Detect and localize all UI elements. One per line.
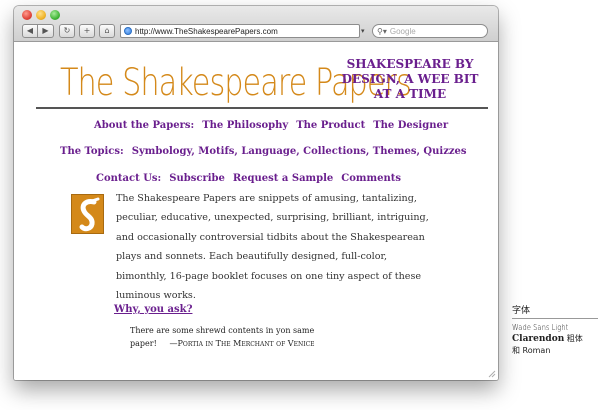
minimize-window-button[interactable] [36, 10, 46, 20]
why-you-ask-link[interactable]: Why, you ask? [114, 304, 192, 315]
caption-title: 字体 [512, 306, 531, 316]
caption-font-1: Wade Sans Light [512, 323, 569, 332]
nav-link-topics-list[interactable]: Symbology, Motifs, Language, Collections… [132, 146, 467, 157]
nav-label-about: About the Papers: [94, 120, 195, 131]
address-bar[interactable]: http://www.TheShakespearePapers.com [120, 24, 360, 38]
forward-button[interactable]: ▶ [38, 24, 54, 38]
close-window-button[interactable] [22, 10, 32, 20]
site-globe-icon [124, 27, 132, 35]
intro-paragraph: The Shakespeare Papers are snippets of a… [116, 193, 429, 302]
page-content: The Shakespeare Papers SHAKESPEARE BY DE… [14, 43, 498, 380]
resize-grip-icon[interactable] [488, 370, 496, 378]
nav-link-request-sample[interactable]: Request a Sample [233, 173, 333, 184]
nav-link-designer[interactable]: The Designer [373, 120, 448, 131]
nav-label-contact: Contact Us: [96, 173, 162, 184]
nav-row-contact: Contact Us: Subscribe Request a Sample Comm… [96, 173, 409, 184]
nav-link-subscribe[interactable]: Subscribe [169, 173, 225, 184]
zoom-window-button[interactable] [50, 10, 60, 20]
home-button[interactable]: ⌂ [99, 24, 115, 38]
font-caption: 字体 Wade Sans Light Clarendon 粗体 和 Roman [512, 303, 598, 356]
plus-icon: + [83, 26, 91, 35]
url-text: http://www.TheShakespearePapers.com [135, 26, 278, 36]
search-input[interactable]: ⚲▾ Google [372, 24, 488, 38]
reload-icon: ↻ [63, 26, 71, 35]
shakespeare-s-logo-icon [71, 194, 104, 234]
quote-attribution: —Portia in The Merchant of Venice [169, 339, 315, 348]
nav-row-about: About the Papers: The Philosophy The Produ… [94, 120, 456, 131]
nav-link-product[interactable]: The Product [296, 120, 365, 131]
quote-line-2: paper! —Portia in The Merchant of Venice [130, 339, 315, 348]
caption-divider [512, 318, 598, 319]
browser-toolbar: ◀ ▶ ↻ + ⌂ http://www.TheShakespearePaper… [14, 6, 498, 42]
nav-link-comments[interactable]: Comments [341, 173, 401, 184]
quote-line-1: There are some shrewd contents in yon sa… [130, 326, 315, 335]
nav-label-topics: The Topics: [60, 146, 124, 157]
browser-window: ◀ ▶ ↻ + ⌂ http://www.TheShakespearePaper… [14, 6, 498, 380]
nav-link-philosophy[interactable]: The Philosophy [202, 120, 288, 131]
caption-font-3: 和 Roman [512, 346, 551, 355]
site-tagline: SHAKESPEARE BY DESIGN, A WEE BIT AT A TI… [341, 57, 479, 101]
home-icon: ⌂ [104, 26, 110, 35]
nav-row-topics: The Topics: Symbology, Motifs, Language, … [60, 146, 475, 157]
back-arrow-icon: ◀ [26, 26, 34, 35]
caption-font-2: Clarendon 粗体 [512, 334, 583, 344]
url-dropdown-icon[interactable]: ▾ [361, 24, 369, 38]
header-divider [36, 107, 488, 109]
search-icon: ⚲▾ [377, 26, 387, 36]
add-bookmark-button[interactable]: + [79, 24, 95, 38]
reload-button[interactable]: ↻ [59, 24, 75, 38]
portia-quote: There are some shrewd contents in yon sa… [130, 324, 360, 350]
back-button[interactable]: ◀ [22, 24, 38, 38]
forward-arrow-icon: ▶ [42, 26, 49, 35]
search-placeholder: Google [389, 26, 416, 36]
